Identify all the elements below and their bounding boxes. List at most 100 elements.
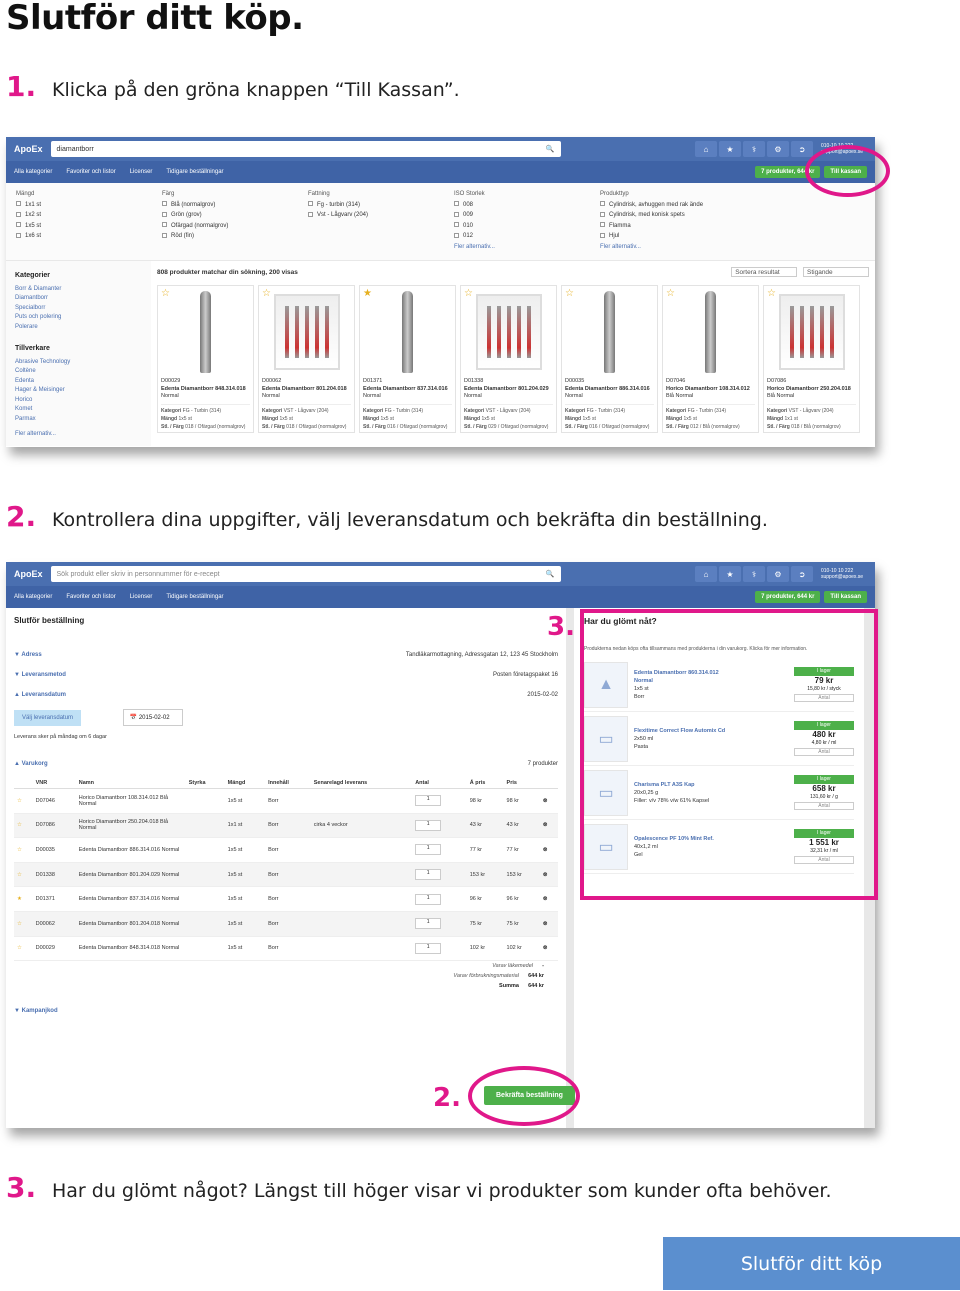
nav-favorites[interactable]: Favoriter och listor [66, 169, 115, 175]
product-name[interactable]: Edenta Diamantborr 848.314.018 [161, 386, 250, 394]
product-card[interactable]: ★ D01371 Edenta Diamantborr 837.314.016 Nor… [359, 285, 456, 433]
sidebar-manufacturer[interactable]: Komet [15, 405, 142, 415]
checkout-button[interactable]: Till kassan [824, 591, 867, 603]
checkbox[interactable] [600, 222, 605, 228]
app-logo[interactable]: ApoEx [14, 569, 43, 579]
leveransdatum-row[interactable]: ▲ Leveransdatum 2015-02-02 [14, 685, 558, 705]
checkbox[interactable] [162, 232, 167, 238]
favorite-star-icon[interactable]: ★ [363, 288, 372, 299]
product-image[interactable] [562, 286, 657, 378]
star-icon[interactable]: ★ [719, 566, 741, 582]
nav-licenses[interactable]: Licenser [130, 594, 153, 600]
search-icon[interactable]: 🔍 [546, 570, 555, 578]
more-options-link[interactable]: Fler alternativ... [454, 244, 495, 250]
checkbox[interactable] [454, 211, 459, 217]
remove-icon[interactable]: ⊗ [539, 813, 558, 839]
gear-icon[interactable]: ⚙ [767, 141, 789, 157]
remove-icon[interactable]: ⊗ [539, 862, 558, 888]
checkbox[interactable] [600, 201, 605, 207]
search-input[interactable]: Sök produkt eller skriv in personnummer … [50, 566, 561, 582]
sidebar-category[interactable]: Polerare [15, 323, 142, 333]
sidebar-more-link[interactable]: Fler alternativ... [15, 430, 142, 440]
checkbox[interactable] [16, 222, 21, 228]
checkbox[interactable] [308, 211, 313, 217]
sidebar-manufacturer[interactable]: Horico [15, 396, 142, 406]
product-card[interactable]: ☆ D01338 Edenta Diamantborr 801.204.029 Nor… [460, 285, 557, 433]
nav-favorites[interactable]: Favoriter och listor [66, 594, 115, 600]
remove-icon[interactable]: ⊗ [539, 788, 558, 814]
order-select[interactable]: Stigande [803, 267, 869, 277]
favorite-star-icon[interactable]: ☆ [14, 788, 33, 814]
filter-option[interactable]: 1x6 st [16, 231, 138, 242]
favorite-star-icon[interactable]: ☆ [14, 911, 33, 937]
filter-option[interactable]: Röd (fin) [162, 231, 284, 242]
sidebar-manufacturer[interactable]: Parmax [15, 415, 142, 425]
filter-option[interactable]: Cylindrisk, avhuggen med rak ände [600, 200, 722, 211]
complete-purchase-button[interactable]: Slutför ditt köp [663, 1237, 960, 1290]
product-name[interactable]: Horico Diamantborr 108.314.012 [666, 386, 755, 394]
product-image[interactable] [259, 286, 354, 378]
filter-option[interactable]: Grön (grov) [162, 210, 284, 221]
favorite-star-icon[interactable]: ☆ [161, 288, 170, 299]
sidebar-category[interactable]: Diamantborr [15, 294, 142, 304]
checkbox[interactable] [600, 211, 605, 217]
filter-option[interactable]: 008 [454, 200, 576, 211]
favorite-star-icon[interactable]: ☆ [767, 288, 776, 299]
filter-option[interactable]: Ofärgad (normalgrov) [162, 221, 284, 232]
checkbox[interactable] [16, 232, 21, 238]
product-card[interactable]: ☆ D07086 Horico Diamantborr 250.204.018 Blå… [763, 285, 860, 433]
product-image[interactable] [764, 286, 859, 378]
checkbox[interactable] [16, 211, 21, 217]
product-card[interactable]: ☆ D00062 Edenta Diamantborr 801.204.018 Nor… [258, 285, 355, 433]
favorite-star-icon[interactable]: ☆ [14, 936, 33, 962]
leveransmetod-row[interactable]: ▼ Leveransmetod Posten företagspaket 16 [14, 665, 558, 685]
filter-option[interactable]: 1x2 st [16, 210, 138, 221]
logout-icon[interactable]: ➲ [791, 141, 813, 157]
quantity-input[interactable]: 1 [415, 795, 442, 807]
product-card[interactable]: ☆ D00035 Edenta Diamantborr 886.314.016 Nor… [561, 285, 658, 433]
product-image[interactable] [360, 286, 455, 378]
filter-option[interactable]: 1x5 st [16, 221, 138, 232]
sidebar-manufacturer[interactable]: Hager & Meisinger [15, 386, 142, 396]
filter-option[interactable]: Blå (normalgrov) [162, 200, 284, 211]
choose-date-button[interactable]: Välj leveransdatum [14, 710, 82, 726]
adress-row[interactable]: ▼ Adress Tandläkarmottagning, Adressgatan… [14, 645, 558, 665]
search-icon[interactable]: 🔍 [546, 145, 555, 153]
search-input[interactable]: diamantborr 🔍 [50, 141, 561, 157]
nav-previous-orders[interactable]: Tidigare beställningar [166, 594, 223, 600]
sidebar-manufacturer[interactable]: Edenta [15, 377, 142, 387]
favorite-star-icon[interactable]: ☆ [666, 288, 675, 299]
sort-select[interactable]: Sortera resultat [731, 267, 798, 277]
quantity-input[interactable]: 1 [415, 918, 442, 930]
filter-option[interactable]: Vst - Lågvarv (204) [308, 210, 430, 221]
filter-option[interactable]: Hjul [600, 231, 722, 242]
product-name[interactable]: Edenta Diamantborr 886.314.016 [565, 386, 654, 394]
checkbox[interactable] [162, 222, 167, 228]
product-name[interactable]: Horico Diamantborr 250.204.018 [767, 386, 856, 394]
quantity-input[interactable]: 1 [415, 844, 442, 856]
home-icon[interactable]: ⌂ [695, 566, 717, 582]
filter-option[interactable]: 009 [454, 210, 576, 221]
checkbox[interactable] [600, 232, 605, 238]
stethoscope-icon[interactable]: ⚕ [743, 566, 765, 582]
favorite-star-icon[interactable]: ☆ [262, 288, 271, 299]
product-name[interactable]: Edenta Diamantborr 837.314.016 [363, 386, 452, 394]
nav-all-categories[interactable]: Alla kategorier [14, 594, 52, 600]
cart-button[interactable]: 7 produkter, 644 kr [755, 591, 821, 603]
favorite-star-icon[interactable]: ☆ [14, 837, 33, 863]
stethoscope-icon[interactable]: ⚕ [743, 141, 765, 157]
filter-option[interactable]: Flamma [600, 221, 722, 232]
checkbox[interactable] [16, 201, 21, 207]
checkbox[interactable] [454, 201, 459, 207]
remove-icon[interactable]: ⊗ [539, 911, 558, 937]
filter-option[interactable]: 012 [454, 231, 576, 242]
filter-option[interactable]: 1x1 st [16, 200, 138, 211]
nav-previous-orders[interactable]: Tidigare beställningar [166, 169, 223, 175]
varukorg-row[interactable]: ▲ Varukorg 7 produkter [14, 754, 558, 774]
quantity-input[interactable]: 1 [415, 942, 442, 954]
quantity-input[interactable]: 1 [415, 819, 442, 831]
kampanjkod-row[interactable]: ▼ Kampanjkod [14, 1001, 558, 1021]
home-icon[interactable]: ⌂ [695, 141, 717, 157]
sidebar-manufacturer[interactable]: Abrasive Technology [15, 358, 142, 368]
gear-icon[interactable]: ⚙ [767, 566, 789, 582]
